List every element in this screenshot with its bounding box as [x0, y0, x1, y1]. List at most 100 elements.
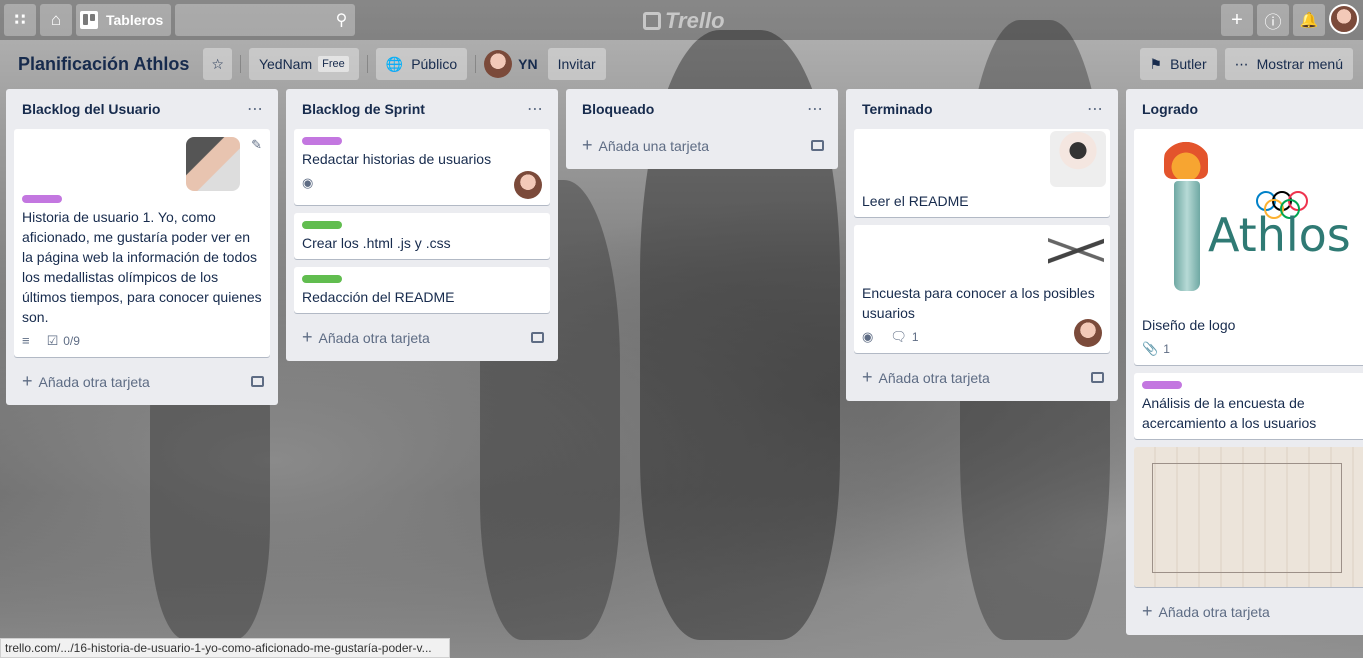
torch-image — [1164, 139, 1208, 179]
list-menu-icon[interactable]: ⋯ — [247, 99, 264, 119]
list-title[interactable]: Blacklog de Sprint — [302, 101, 425, 117]
card-title: Crear los .html .js y .css — [302, 235, 451, 251]
add-card-button[interactable]: + Añada otra tarjeta — [294, 321, 550, 353]
list-title[interactable]: Blacklog del Usuario — [22, 101, 160, 117]
comment-icon: 🗨 — [890, 329, 907, 344]
card[interactable]: Leer el README — [854, 129, 1110, 217]
list-title[interactable]: Terminado — [862, 101, 933, 117]
card-template-icon[interactable] — [811, 139, 824, 151]
card-member-avatar[interactable] — [514, 171, 542, 199]
eye-icon: ◉ — [862, 329, 874, 344]
card-label-purple[interactable] — [302, 137, 342, 145]
bell-icon: 🔔 — [1299, 12, 1319, 29]
star-button[interactable]: ☆ — [203, 48, 232, 80]
card[interactable]: Encuesta para conocer a los posibles usu… — [854, 225, 1110, 353]
card-cover-logo: Athlos — [1134, 129, 1363, 309]
star-icon: ☆ — [211, 55, 224, 72]
board-header: Planificación Athlos ☆ YedNam Free 🌐 Púb… — [0, 40, 1363, 88]
watching-badge: ◉ — [862, 327, 878, 347]
watching-badge: ◉ — [302, 173, 318, 193]
home-button[interactable]: ⌂ — [40, 4, 72, 36]
list-menu-icon[interactable]: ⋯ — [527, 99, 544, 119]
add-card-button[interactable]: + Añada otra tarjeta — [854, 361, 1110, 393]
divider — [366, 55, 368, 73]
card-cover-illustration — [1048, 229, 1104, 283]
browser-status-url: trello.com/.../16-historia-de-usuario-1-… — [0, 638, 450, 658]
list-menu-icon[interactable]: ⋯ — [1087, 99, 1104, 119]
card-label-green[interactable] — [302, 275, 342, 283]
grid-icon: ∷ — [14, 12, 26, 29]
card[interactable]: Redacción del README — [294, 267, 550, 313]
team-button[interactable]: YedNam Free — [248, 48, 359, 80]
top-bar: ∷ ⌂ Tableros ⚲ Trello + ⓘ 🔔 — [0, 0, 1363, 40]
member-initials[interactable]: YN — [518, 56, 537, 72]
visibility-label: Público — [411, 56, 458, 72]
menu-label: Mostrar menú — [1256, 56, 1343, 72]
athlos-logo-text: Athlos — [1208, 208, 1351, 262]
card[interactable]: Athlos Diseño de logo 📎 1 — [1134, 129, 1363, 365]
card-title: Leer el README — [862, 193, 969, 209]
plus-icon: + — [302, 326, 313, 347]
card-title: Análisis de la encuesta de acercamiento … — [1142, 395, 1317, 431]
list-menu-icon[interactable]: ⋯ — [807, 99, 824, 119]
butler-icon: ⚑ — [1149, 55, 1163, 72]
trello-logo[interactable]: Trello — [643, 8, 725, 34]
user-avatar[interactable] — [1329, 4, 1359, 34]
list-blocked[interactable]: Bloqueado ⋯ + Añada una tarjeta — [566, 89, 838, 169]
card-title: Redacción del README — [302, 289, 455, 305]
add-card-button[interactable]: + Añada una tarjeta — [574, 129, 830, 161]
list-sprint-backlog[interactable]: Blacklog de Sprint ⋯ Redactar historias … — [286, 89, 558, 361]
list-done[interactable]: Terminado ⋯ Leer el README Encuesta para… — [846, 89, 1118, 401]
card-label-green[interactable] — [302, 221, 342, 229]
create-button[interactable]: + — [1221, 4, 1253, 36]
card[interactable]: Redactar historias de usuarios ◉ — [294, 129, 550, 205]
plus-icon: + — [862, 366, 873, 387]
card-template-icon[interactable] — [531, 331, 544, 343]
board-title[interactable]: Planificación Athlos — [18, 54, 189, 75]
plus-icon: + — [22, 370, 33, 391]
more-icon: ⋯ — [1234, 55, 1249, 72]
card-label-purple[interactable] — [1142, 381, 1182, 389]
invite-button[interactable]: Invitar — [547, 48, 606, 80]
butler-button[interactable]: ⚑ Butler — [1139, 48, 1217, 80]
search-icon[interactable]: ⚲ — [336, 10, 348, 30]
card-cover-sketch — [1134, 447, 1363, 587]
card-template-icon[interactable] — [1091, 371, 1104, 383]
card-label-purple[interactable] — [22, 195, 62, 203]
info-button[interactable]: ⓘ — [1257, 4, 1289, 36]
globe-icon: 🌐 — [385, 55, 404, 72]
checklist-icon: ☑ — [46, 333, 59, 348]
paperclip-icon: 📎 — [1142, 341, 1159, 356]
visibility-button[interactable]: 🌐 Público — [375, 48, 468, 80]
notifications-button[interactable]: 🔔 — [1293, 4, 1325, 36]
comments-badge: 🗨 1 — [890, 327, 918, 347]
list-user-backlog[interactable]: Blacklog del Usuario ⋯ ✎ Historia de usu… — [6, 89, 278, 405]
team-name: YedNam — [258, 56, 313, 72]
edit-icon[interactable]: ✎ — [251, 135, 262, 155]
trello-logo-icon — [643, 12, 661, 30]
card-title: Historia de usuario 1. Yo, como aficiona… — [22, 209, 262, 325]
list-achieved[interactable]: Logrado Athlos Diseño de logo 📎 1 Anális… — [1126, 89, 1363, 635]
butler-label: Butler — [1170, 56, 1207, 72]
apps-grid-button[interactable]: ∷ — [4, 4, 36, 36]
plus-icon: + — [1142, 600, 1153, 621]
search-box[interactable]: ⚲ — [150, 4, 356, 36]
list-title[interactable]: Logrado — [1142, 101, 1198, 117]
plus-icon: + — [1231, 8, 1243, 31]
show-menu-button[interactable]: ⋯ Mostrar menú — [1224, 48, 1353, 80]
card-title: Diseño de logo — [1142, 317, 1236, 333]
card-member-avatar[interactable] — [1074, 319, 1102, 347]
attachments-badge: 📎 1 — [1142, 339, 1170, 359]
card[interactable]: Crear los .html .js y .css — [294, 213, 550, 259]
add-card-button[interactable]: + Añada otra tarjeta — [1134, 595, 1363, 627]
member-avatar[interactable] — [484, 50, 513, 78]
search-input[interactable] — [150, 4, 336, 36]
add-card-button[interactable]: + Añada otra tarjeta — [14, 365, 270, 397]
card[interactable] — [1134, 447, 1363, 587]
card-title: Encuesta para conocer a los posibles usu… — [862, 285, 1095, 321]
card-cover-illustration — [22, 135, 262, 193]
card[interactable]: Análisis de la encuesta de acercamiento … — [1134, 373, 1363, 439]
card[interactable]: ✎ Historia de usuario 1. Yo, como aficio… — [14, 129, 270, 357]
card-template-icon[interactable] — [251, 375, 264, 387]
list-title[interactable]: Bloqueado — [582, 101, 654, 117]
